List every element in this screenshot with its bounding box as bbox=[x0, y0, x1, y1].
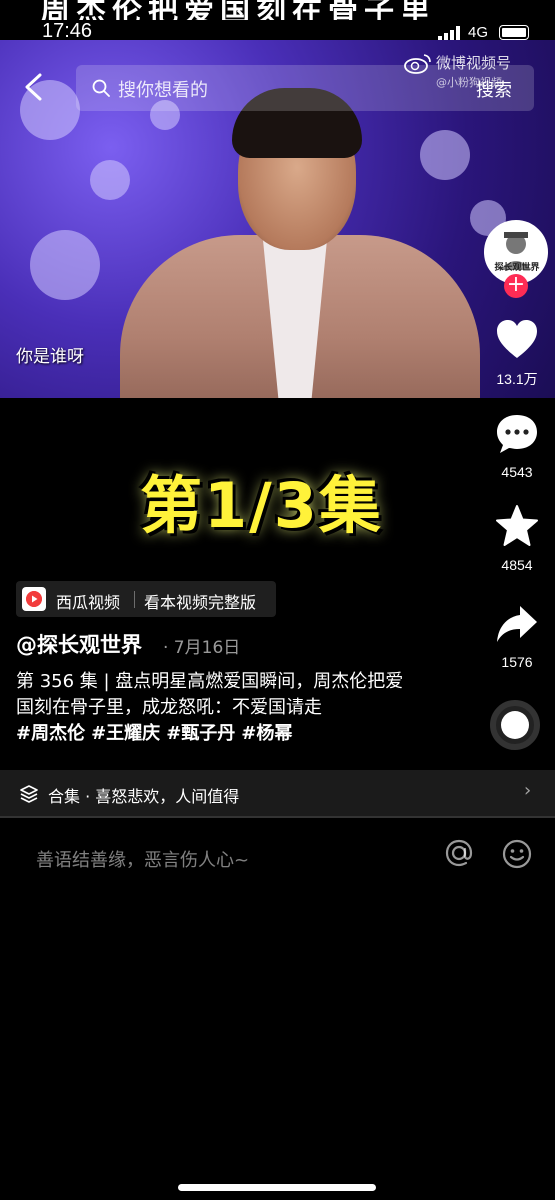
chevron-right-icon: › bbox=[524, 780, 532, 801]
hashtag[interactable]: #王耀庆 bbox=[91, 723, 160, 744]
at-sign-icon[interactable] bbox=[443, 837, 475, 869]
favorite-count: 4854 bbox=[501, 557, 533, 573]
post-description: 第 356 集 | 盘点明星高燃爱国瞬间，周杰伦把爱国刻在骨子里，成龙怒吼：不爱… bbox=[16, 671, 404, 718]
post-date: · 7月16日 bbox=[163, 638, 241, 658]
video-subtitle: 你是谁呀 bbox=[16, 347, 84, 367]
collection-label: 合集 · 喜怒悲欢，人间值得 bbox=[48, 787, 240, 806]
collection-stack-icon bbox=[20, 785, 38, 803]
star-icon[interactable] bbox=[494, 504, 540, 548]
top-title-band: 周杰伦把爱国刻在骨子里 bbox=[0, 0, 555, 20]
top-title-text: 周杰伦把爱国刻在骨子里 bbox=[40, 0, 436, 20]
like-count: 13.1万 bbox=[496, 371, 538, 387]
xigua-play-icon bbox=[26, 591, 42, 607]
search-placeholder: 搜你想看的 bbox=[118, 80, 208, 101]
post-description-block: 第 356 集 | 盘点明星高燃爱国瞬间，周杰伦把爱国刻在骨子里，成龙怒吼：不爱… bbox=[16, 669, 416, 747]
network-type: 4G bbox=[468, 24, 489, 41]
hashtag[interactable]: #甄子丹 bbox=[166, 723, 235, 744]
music-disc-avatar bbox=[501, 711, 529, 739]
share-count: 1576 bbox=[501, 654, 533, 670]
weibo-watermark-handle: @小粉狗视频 bbox=[436, 76, 502, 89]
heart-icon[interactable] bbox=[494, 318, 540, 362]
episode-title: 第1/3集 bbox=[139, 468, 383, 544]
hashtag[interactable]: #周杰伦 bbox=[16, 723, 85, 744]
xigua-divider bbox=[134, 591, 135, 608]
xigua-name: 西瓜视频 bbox=[56, 593, 121, 612]
back-arrow-icon[interactable] bbox=[20, 72, 46, 102]
weibo-logo-icon bbox=[404, 54, 431, 74]
follow-button[interactable]: + bbox=[504, 274, 528, 298]
weibo-watermark-brand: 微博视频号 bbox=[436, 54, 512, 72]
comment-bubble-icon[interactable] bbox=[494, 412, 540, 456]
signal-icon bbox=[438, 26, 460, 40]
emoji-face-icon[interactable] bbox=[502, 839, 532, 869]
share-arrow-icon[interactable] bbox=[494, 602, 540, 646]
search-icon bbox=[92, 79, 110, 97]
home-indicator[interactable] bbox=[178, 1184, 376, 1191]
comment-count: 4543 bbox=[501, 464, 533, 480]
xigua-cta: 看本视频完整版 bbox=[144, 593, 257, 612]
comment-input[interactable]: 善语结善缘，恶言伤人心~ bbox=[36, 846, 249, 872]
author-name[interactable]: @探长观世界 bbox=[16, 629, 142, 659]
hashtag[interactable]: #杨幂 bbox=[241, 723, 292, 744]
battery-icon bbox=[499, 25, 529, 40]
